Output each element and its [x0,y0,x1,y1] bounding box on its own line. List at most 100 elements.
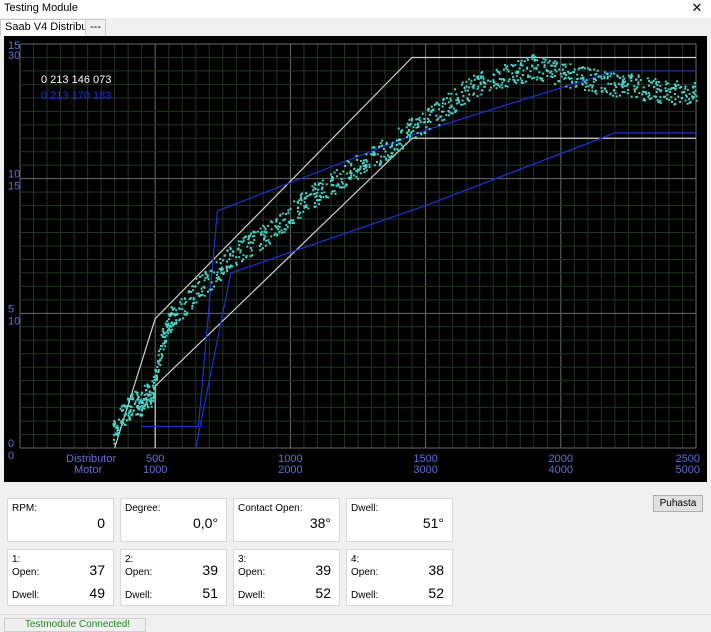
measured-point [587,67,590,70]
measured-point [153,394,156,397]
measured-point [224,254,227,257]
measured-point [341,182,344,185]
measured-point [359,172,362,175]
measured-point [574,85,577,88]
measured-point [235,263,238,266]
measured-point [653,85,656,88]
measured-point [547,70,550,73]
measured-point [416,131,419,134]
measured-point [470,79,473,82]
measured-point [129,408,132,411]
measured-point [239,251,242,254]
measured-point [163,332,166,335]
measured-point [407,130,410,133]
contact-open-readout: Contact Open: 38° [233,498,340,542]
measured-point [379,163,382,166]
measured-point [535,67,538,70]
measured-point [517,71,520,74]
measured-point [208,288,211,291]
measured-point [543,64,546,67]
measured-point [660,89,663,92]
measured-point [241,260,244,263]
measured-point [296,201,299,204]
measured-point [388,156,391,159]
measured-point [175,322,178,325]
title-bar: Testing Module ✕ [0,0,711,18]
measured-point [601,89,604,92]
measured-point [623,85,626,88]
measured-point [664,80,667,83]
measured-point [591,89,594,92]
measured-point [322,196,325,199]
measured-point [504,85,507,88]
measured-point [665,97,668,100]
measured-point [393,148,396,151]
measured-point [445,114,448,117]
measured-point [626,92,629,95]
measured-point [160,356,163,359]
measured-point [116,429,119,432]
measured-point [305,192,308,195]
measured-point [166,324,169,327]
measured-point [362,159,365,162]
measured-point [613,82,616,85]
measured-point [325,195,328,198]
tab-placeholder[interactable]: --- [85,19,106,36]
reference-curve-lower [195,132,696,449]
measured-point [148,393,151,396]
measured-point [531,77,534,80]
measured-point [591,84,594,87]
measured-point [313,206,316,209]
measured-point [447,114,450,117]
measured-point [259,227,262,230]
measured-point [368,166,371,169]
measured-point [195,277,198,280]
measured-point [533,67,536,70]
close-icon[interactable]: ✕ [683,0,711,18]
measured-point [281,231,284,234]
dwell-value: 51° [422,515,444,531]
measured-point [355,175,358,178]
measured-point [278,230,281,233]
measured-point [457,101,460,104]
measured-point [568,77,571,80]
measured-point [330,173,333,176]
measured-point [336,183,339,186]
measured-point [623,91,626,94]
measured-point [500,84,503,87]
measured-point [635,96,638,99]
measured-point [402,147,405,150]
dwell-subvalue: 49 [89,585,105,601]
measured-point [692,91,695,94]
measured-point [613,72,616,75]
measured-point [645,92,648,95]
measured-point [147,406,150,409]
measured-point [674,88,677,91]
measured-point [559,72,562,75]
measured-point [172,324,175,327]
measured-point [641,93,644,96]
measured-point [642,86,645,89]
measured-point [405,143,408,146]
measured-point [692,86,695,89]
clear-button[interactable]: Puhasta [653,495,703,512]
measured-point [304,197,307,200]
measured-point [246,245,249,248]
measured-point [450,105,453,108]
cylinder-label: 1: [12,554,21,565]
measured-point [303,205,306,208]
measured-point [128,404,131,407]
measured-point [596,69,599,72]
measured-point [321,179,324,182]
legend-entry: 0 213 146 073 [41,74,111,86]
dwell-sublabel: Dwell: [351,590,379,601]
measured-point [330,175,333,178]
measured-point [500,78,503,81]
measured-point [290,219,293,222]
measured-point [656,88,659,91]
measured-point [609,93,612,96]
measured-point [483,85,486,88]
measured-point [634,78,637,81]
measured-point [520,59,523,62]
measured-point [567,70,570,73]
